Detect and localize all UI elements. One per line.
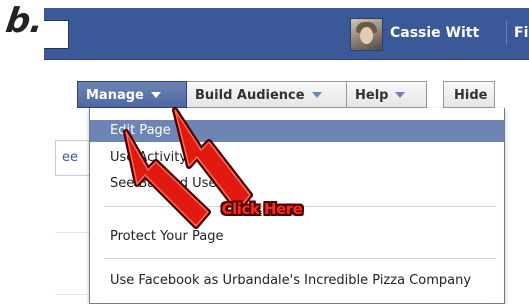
search-input[interactable] xyxy=(44,20,69,49)
facebook-top-bar: Cassie Witt Find xyxy=(44,8,529,60)
chevron-down-icon xyxy=(311,91,322,98)
manage-dropdown-button[interactable]: Manage xyxy=(77,81,187,108)
menu-item-protect-page[interactable]: Protect Your Page xyxy=(90,226,504,248)
menu-item-activity-log[interactable]: Use Activity Log xyxy=(90,147,504,169)
chevron-down-icon xyxy=(395,91,406,98)
build-audience-dropdown-button[interactable]: Build Audience xyxy=(187,81,347,108)
left-panel-divider xyxy=(55,294,89,295)
screenshot-root: b. Cassie Witt Find ee Manage Build Audi… xyxy=(0,0,529,304)
hide-label: Hide xyxy=(454,88,488,103)
help-label: Help xyxy=(355,88,389,103)
menu-item-edit-page[interactable]: Edit Page xyxy=(90,120,504,142)
chevron-down-icon xyxy=(150,91,161,98)
left-panel-fragment: ee xyxy=(55,140,89,176)
menu-item-banned-users[interactable]: See Banned Users... xyxy=(90,173,504,195)
left-panel-divider xyxy=(55,232,89,233)
build-audience-label: Build Audience xyxy=(195,88,305,103)
step-label: b. xyxy=(3,1,47,41)
left-panel-fragment-text: ee xyxy=(62,150,78,165)
find-friends-link[interactable]: Find xyxy=(514,25,529,41)
help-dropdown-button[interactable]: Help xyxy=(347,81,427,108)
manage-button-label: Manage xyxy=(86,88,144,103)
profile-name-link[interactable]: Cassie Witt xyxy=(390,25,479,41)
avatar-face xyxy=(360,27,373,44)
user-avatar[interactable] xyxy=(350,18,383,51)
menu-divider xyxy=(104,258,496,259)
hide-button[interactable]: Hide xyxy=(443,81,495,108)
topbar-divider xyxy=(506,21,507,45)
click-here-callout: Click Here xyxy=(221,200,303,218)
menu-item-use-facebook-as-page[interactable]: Use Facebook as Urbandale's Incredible P… xyxy=(90,270,504,292)
